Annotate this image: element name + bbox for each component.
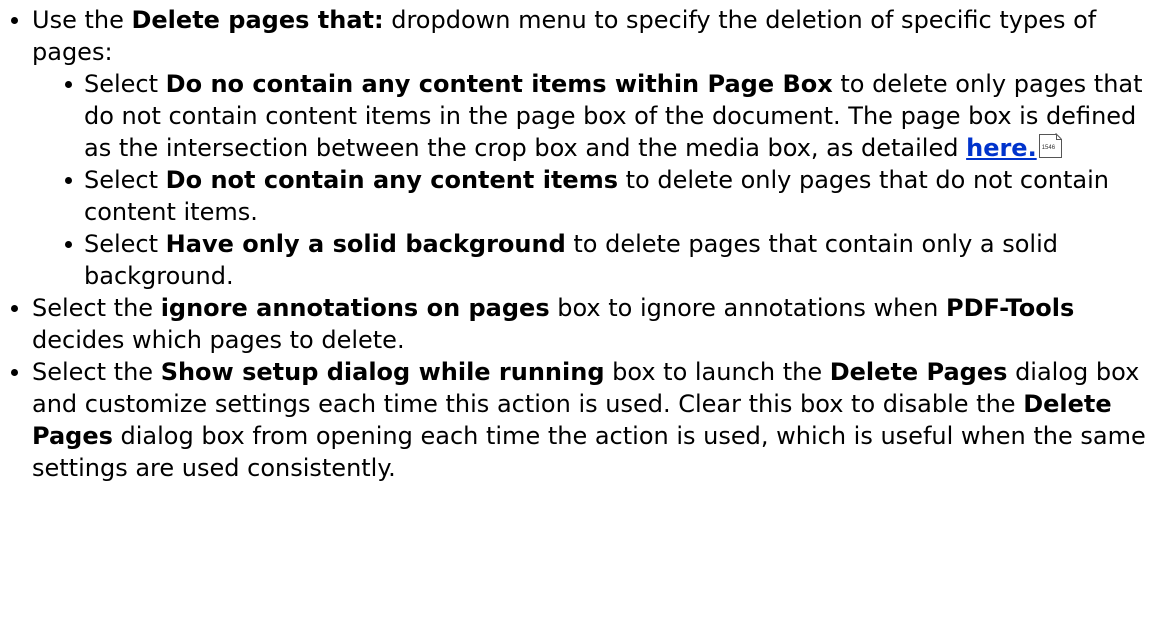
item-bold-term: PDF-Tools xyxy=(946,294,1075,322)
item-text: Select xyxy=(84,166,166,194)
bullet-list: Use the Delete pages that: dropdown menu… xyxy=(0,4,1159,484)
item-text: decides which pages to delete. xyxy=(32,326,405,354)
list-item: Use the Delete pages that: dropdown menu… xyxy=(0,4,1157,292)
item-bold-term: Show setup dialog while running xyxy=(160,358,605,386)
document-body: Use the Delete pages that: dropdown menu… xyxy=(0,0,1159,640)
item-text: box to launch the xyxy=(604,358,830,386)
bullet-icon xyxy=(65,81,72,88)
item-bold-term: Do not contain any content items xyxy=(165,166,618,194)
bullet-icon xyxy=(11,17,18,24)
item-text: Select xyxy=(84,230,166,258)
item-bold-term: Have only a solid background xyxy=(165,230,566,258)
bullet-icon xyxy=(11,305,18,312)
item-bold-term: Delete Pages xyxy=(829,358,1008,386)
bullet-icon xyxy=(65,177,72,184)
item-text: dialog box from opening each time the ac… xyxy=(32,422,1146,482)
item-bold-term: Delete pages that: xyxy=(131,6,384,34)
item-text: Select xyxy=(84,70,166,98)
here-link[interactable]: here. xyxy=(966,134,1037,162)
bullet-icon xyxy=(65,241,72,248)
list-item: Select the ignore annotations on pages b… xyxy=(0,292,1157,356)
item-bold-term: Do no contain any content items within P… xyxy=(165,70,833,98)
page-reference-number: 1546 xyxy=(1041,145,1056,151)
sub-list-item: Select Do no contain any content items w… xyxy=(56,68,1153,164)
list-item: Select the Show setup dialog while runni… xyxy=(0,356,1157,484)
sub-list-item: Select Have only a solid background to d… xyxy=(56,228,1153,292)
item-bold-term: ignore annotations on pages xyxy=(160,294,550,322)
bullet-icon xyxy=(11,369,18,376)
item-text: Select the xyxy=(32,294,161,322)
item-text: box to ignore annotations when xyxy=(549,294,946,322)
sub-list-item: Select Do not contain any content items … xyxy=(56,164,1153,228)
item-text: Select the xyxy=(32,358,161,386)
page-reference-icon[interactable]: 1546 xyxy=(1038,134,1062,158)
item-text: Use the xyxy=(32,6,132,34)
sub-bullet-list: Select Do no contain any content items w… xyxy=(32,68,1157,292)
